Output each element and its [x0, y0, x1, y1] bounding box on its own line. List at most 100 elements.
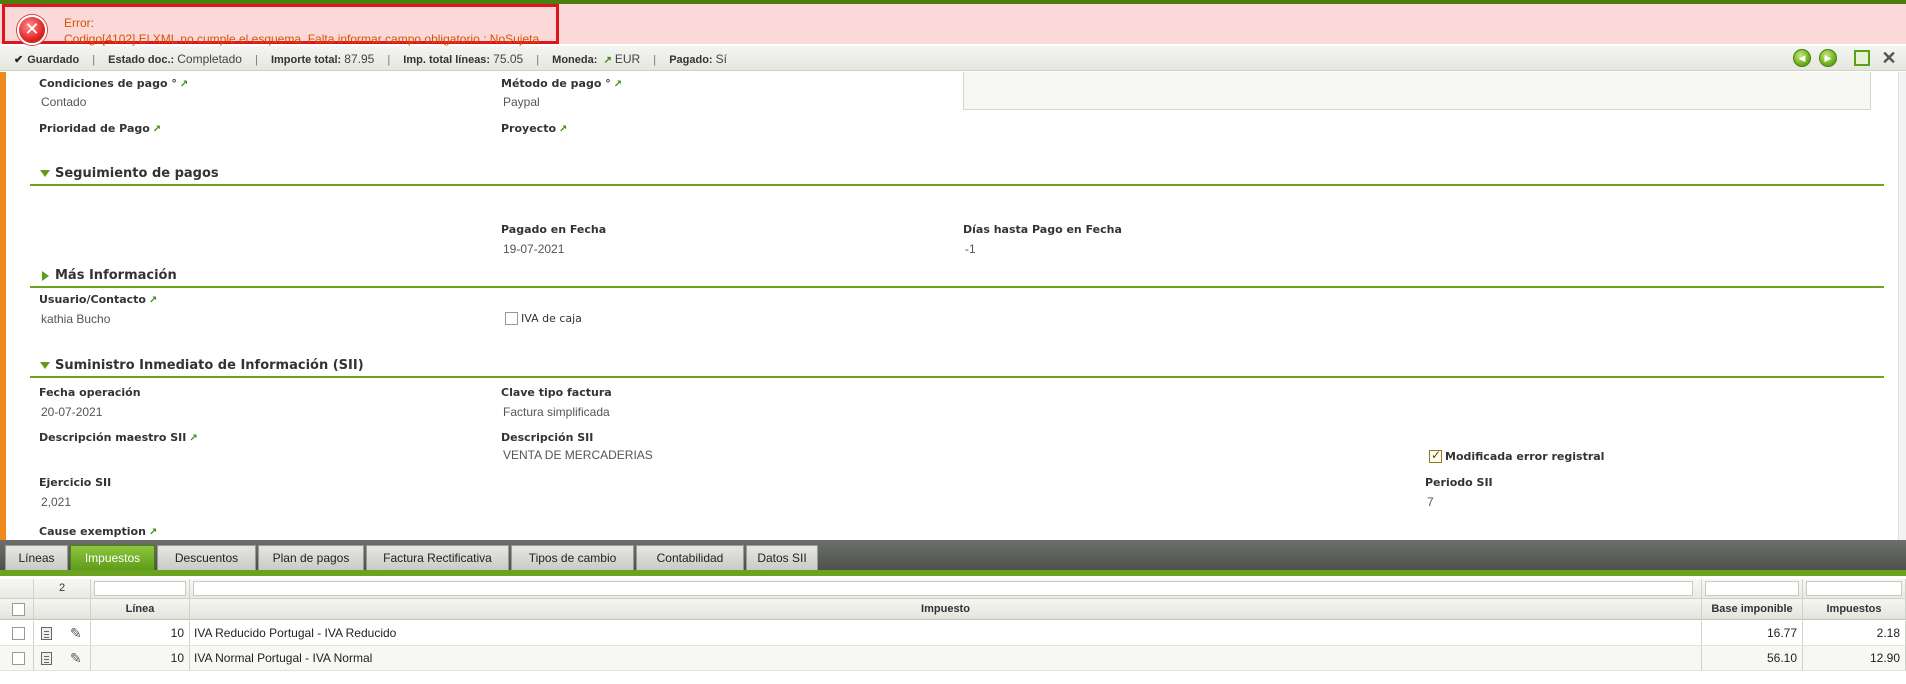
cause-label: Cause exemption ↗ — [39, 525, 158, 538]
row-actions-cell: ✎ — [34, 621, 91, 645]
filter-cell: ▼ — [190, 579, 1702, 598]
grid-filter-row: 2 ▼ — [0, 579, 1906, 599]
iva-caja-checkbox[interactable] — [505, 312, 518, 325]
next-record-icon[interactable]: ▶ — [1819, 49, 1837, 67]
base-cell: 16.77 — [1702, 621, 1803, 645]
linea-filter-input[interactable] — [94, 581, 186, 596]
fecha-op-value[interactable]: 20-07-2021 — [41, 405, 102, 419]
periodo-value[interactable]: 7 — [1427, 495, 1434, 509]
filter-cell — [1803, 579, 1906, 598]
document-icon[interactable] — [41, 652, 52, 665]
impuesto-header[interactable]: Impuesto — [190, 599, 1702, 619]
linea-cell: 10 — [91, 621, 190, 645]
metodo-link-icon[interactable]: ↗ — [614, 79, 622, 90]
dias-label: Días hasta Pago en Fecha — [963, 223, 1122, 236]
condiciones-value[interactable]: Contado — [41, 95, 86, 109]
section-mas-informacion[interactable]: Más Información — [30, 266, 1884, 288]
impuestos-header[interactable]: Impuestos — [1803, 599, 1906, 619]
table-row[interactable]: ✎ 10 IVA Normal Portugal - IVA Normal 56… — [0, 646, 1906, 671]
tab-lineas[interactable]: Líneas — [5, 545, 68, 570]
metodo-value[interactable]: Paypal — [503, 95, 540, 109]
iva-caja-label: IVA de caja — [521, 312, 582, 325]
usuario-value[interactable]: kathia Bucho — [41, 312, 110, 326]
tab-descuentos[interactable]: Descuentos — [157, 545, 256, 570]
lineas-label: Imp. total líneas: — [403, 54, 491, 66]
pagado-value: Sí — [715, 52, 727, 66]
form-content: Condiciones de pago ° ↗ Contado Método de… — [6, 72, 1906, 540]
importe-label: Importe total: — [270, 54, 342, 66]
select-all-cell — [0, 599, 34, 619]
desc-sii-value[interactable]: VENTA DE MERCADERIAS — [503, 448, 653, 462]
condiciones-link-icon[interactable]: ↗ — [180, 79, 188, 90]
linea-header[interactable]: Línea — [91, 599, 190, 619]
actions-header — [34, 599, 91, 619]
select-all-checkbox[interactable] — [12, 603, 25, 616]
error-icon: ✕ — [17, 15, 47, 45]
row-checkbox[interactable] — [12, 627, 25, 640]
pagado-fecha-value[interactable]: 19-07-2021 — [503, 242, 564, 256]
filter-cell — [1702, 579, 1803, 598]
moneda-link-icon[interactable]: ↗ — [603, 55, 611, 66]
previous-record-icon[interactable]: ◀ — [1793, 49, 1811, 67]
form-scrollbar[interactable] — [1898, 72, 1906, 540]
filter-cell — [0, 579, 34, 598]
document-icon[interactable] — [41, 627, 52, 640]
ejercicio-value[interactable]: 2,021 — [41, 495, 71, 509]
proyecto-label: Proyecto ↗ — [501, 122, 568, 135]
clave-label: Clave tipo factura — [501, 386, 612, 399]
dias-value[interactable]: -1 — [965, 242, 976, 256]
tab-impuestos[interactable]: Impuestos — [70, 545, 155, 570]
moneda-value: EUR — [614, 52, 641, 66]
usuario-link-icon[interactable]: ↗ — [149, 295, 157, 306]
desc-maestro-link-icon[interactable]: ↗ — [189, 433, 197, 444]
filter-cell — [91, 579, 190, 598]
usuario-label: Usuario/Contacto ↗ — [39, 293, 158, 306]
tab-tipos-de-cambio[interactable]: Tipos de cambio — [511, 545, 634, 570]
desc-sii-label: Descripción SII — [501, 431, 594, 444]
importe-value: 87.95 — [344, 52, 375, 66]
pencil-icon[interactable]: ✎ — [70, 650, 82, 666]
pencil-icon[interactable]: ✎ — [70, 625, 82, 641]
notes-box — [963, 72, 1871, 110]
tab-contabilidad[interactable]: Contabilidad — [636, 545, 744, 570]
maximize-icon[interactable] — [1854, 50, 1870, 66]
section-title: Más Información — [55, 268, 177, 283]
modificada-checkbox[interactable] — [1429, 448, 1442, 463]
moneda-label: Moneda: — [552, 54, 598, 66]
saved-status: Guardado — [27, 54, 80, 66]
row-count: 2 — [34, 579, 91, 598]
metodo-label: Método de pago ° ↗ — [501, 77, 623, 90]
expand-icon — [42, 271, 49, 281]
impuesto-cell: IVA Reducido Portugal - IVA Reducido — [190, 621, 1702, 645]
close-icon[interactable]: ✕ — [1879, 48, 1899, 68]
tab-datos-sii[interactable]: Datos SII — [746, 545, 818, 570]
collapse-icon — [40, 362, 50, 369]
prioridad-link-icon[interactable]: ↗ — [153, 124, 161, 135]
base-filter-input[interactable] — [1705, 581, 1799, 596]
section-title: Suministro Inmediato de Información (SII… — [55, 358, 364, 373]
base-header[interactable]: Base imponible — [1702, 599, 1803, 619]
tab-plan-de-pagos[interactable]: Plan de pagos — [258, 545, 364, 570]
proyecto-link-icon[interactable]: ↗ — [559, 124, 567, 135]
tab-factura-rectificativa[interactable]: Factura Rectificativa — [366, 545, 509, 570]
check-icon: ✔ — [14, 54, 24, 66]
impuesto-cell: IVA Normal Portugal - IVA Normal — [190, 646, 1702, 670]
clave-value[interactable]: Factura simplificada — [503, 405, 610, 419]
section-seguimiento[interactable]: Seguimiento de pagos — [30, 164, 1884, 186]
error-message: Codigo[4102] El XML no cumple el esquema… — [64, 32, 540, 46]
section-title: Seguimiento de pagos — [55, 166, 219, 181]
row-select-cell — [0, 646, 34, 670]
cause-link-icon[interactable]: ↗ — [149, 527, 157, 538]
periodo-label: Periodo SII — [1425, 476, 1493, 489]
estado-label: Estado doc.: — [108, 54, 175, 66]
condiciones-label: Condiciones de pago ° ↗ — [39, 77, 189, 90]
page: ✕ Error: Codigo[4102] El XML no cumple e… — [0, 0, 1906, 684]
table-row[interactable]: ✎ 10 IVA Reducido Portugal - IVA Reducid… — [0, 621, 1906, 646]
impuestos-filter-input[interactable] — [1806, 581, 1902, 596]
error-title: Error: — [64, 16, 94, 30]
ejercicio-label: Ejercicio SII — [39, 476, 112, 489]
section-sii[interactable]: Suministro Inmediato de Información (SII… — [30, 356, 1884, 378]
row-select-cell — [0, 621, 34, 645]
row-checkbox[interactable] — [12, 652, 25, 665]
impuesto-filter-input[interactable] — [193, 581, 1693, 596]
